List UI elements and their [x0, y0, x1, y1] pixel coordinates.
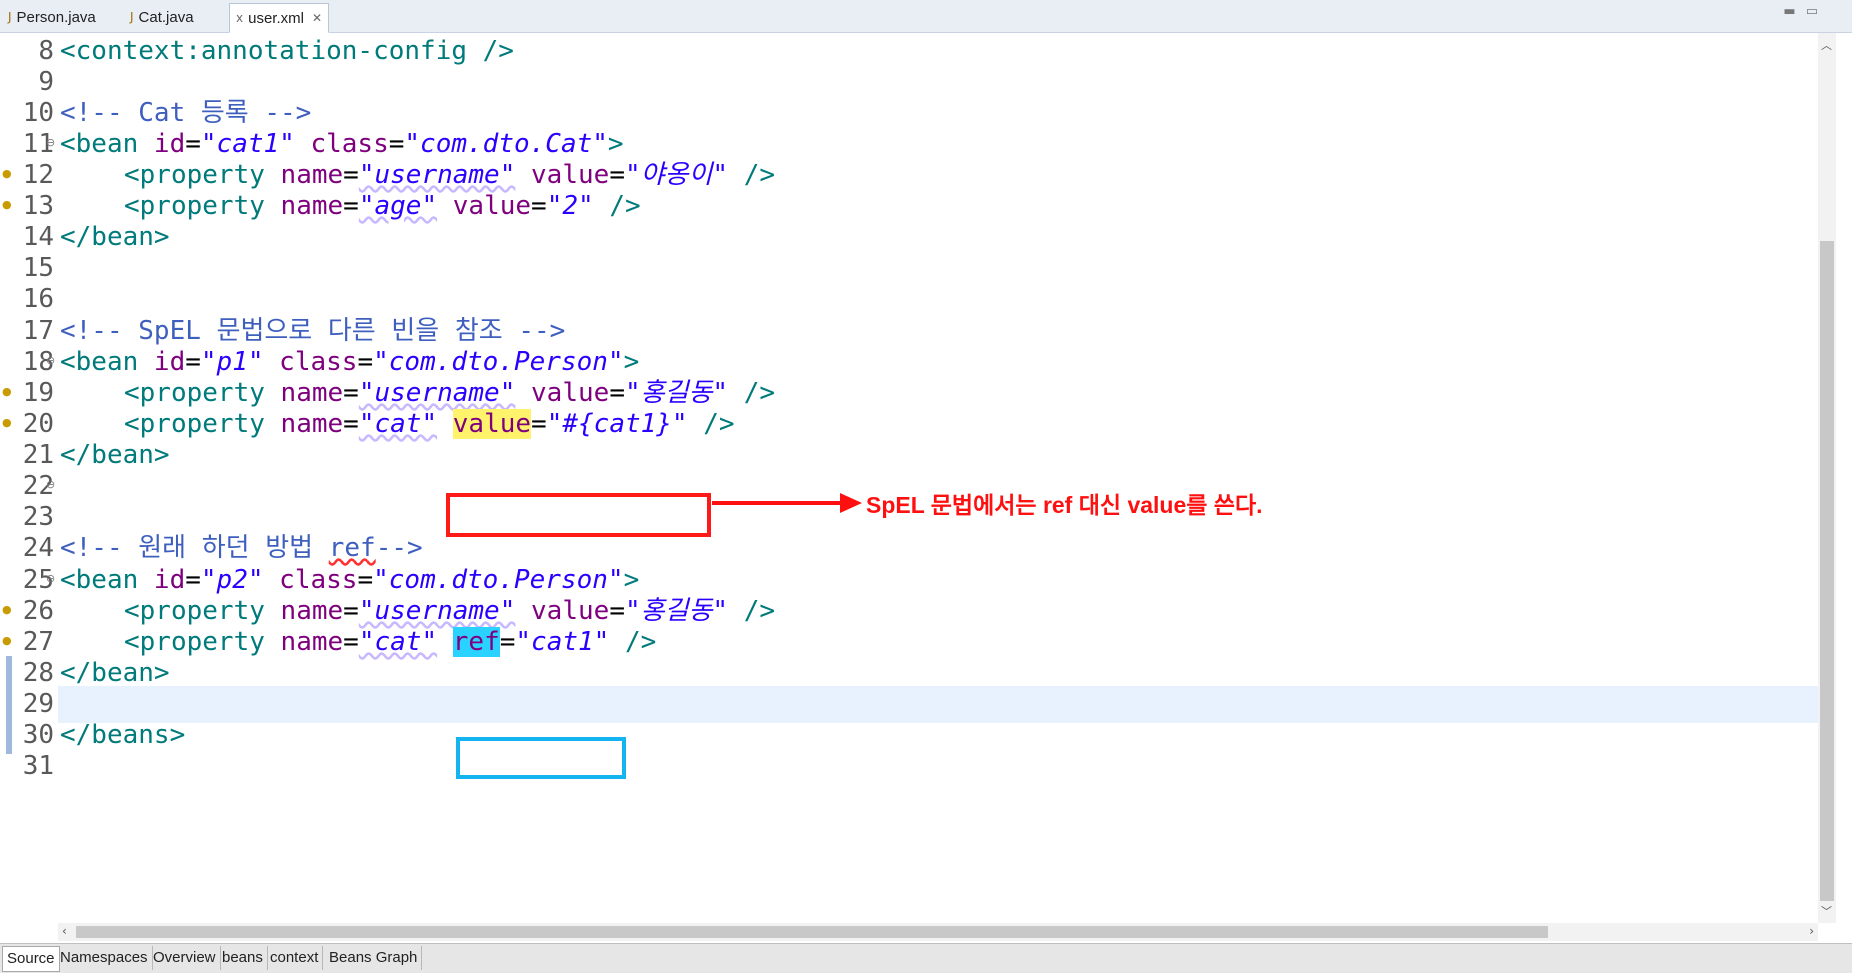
fold-toggle-icon[interactable]: ⊖ [46, 136, 55, 149]
maximize-icon[interactable]: ▭ [1806, 4, 1828, 19]
warning-icon[interactable]: ● [2, 385, 12, 398]
arrow-right-icon [712, 493, 862, 513]
tab-source[interactable]: Source [2, 946, 60, 972]
line-number: 31 [22, 751, 54, 781]
minimize-icon[interactable]: ▬ [1783, 4, 1805, 19]
window-controls: ▬▭ [1783, 4, 1828, 19]
warning-icon[interactable]: ● [2, 634, 12, 647]
xml-file-icon: x [236, 11, 244, 25]
annotation-note: SpEL 문법에서는 ref 대신 value를 쓴다. [866, 492, 1263, 518]
warning-icon[interactable]: ● [2, 198, 12, 211]
tab-user-xml[interactable]: x user.xml ✕ [229, 3, 330, 33]
tab-beans[interactable]: beans [218, 946, 268, 970]
fold-toggle-icon[interactable]: ⊖ [46, 572, 55, 585]
fold-toggle-icon[interactable]: ⊖ [46, 354, 55, 367]
tab-label: Person.java [16, 8, 96, 26]
spel-value-highlight-box [446, 493, 711, 537]
scroll-down-icon[interactable]: ﹀ [1821, 903, 1832, 919]
xml-source-editor[interactable]: 8 <context:annotation-config /> 9 10 <!-… [0, 33, 1818, 923]
code-line: 31 [0, 748, 1818, 785]
tab-overview[interactable]: Overview [149, 946, 221, 970]
vertical-scroll-thumb[interactable] [1820, 241, 1834, 901]
tab-label: Cat.java [138, 8, 194, 26]
horizontal-scrollbar[interactable]: ‹ › [58, 923, 1818, 941]
tab-label: user.xml [248, 9, 304, 27]
ref-highlight-box [456, 737, 626, 779]
vertical-scrollbar[interactable]: ︿ ﹀ [1818, 33, 1836, 923]
tab-cat-java[interactable]: J Cat.java [124, 4, 200, 30]
editor-tab-bar: J Person.java J Cat.java x user.xml ✕ ▬▭ [0, 0, 1852, 33]
scroll-up-icon[interactable]: ︿ [1821, 37, 1832, 53]
scroll-right-icon[interactable]: › [1809, 924, 1814, 938]
tab-namespaces[interactable]: Namespaces [56, 946, 153, 970]
tab-beans-graph[interactable]: Beans Graph [325, 946, 423, 970]
tab-person-java[interactable]: J Person.java [2, 4, 102, 30]
editor-page-tabs: Source Namespaces Overview beans context… [0, 943, 1852, 973]
warning-icon[interactable]: ● [2, 416, 12, 429]
java-file-icon: J [130, 10, 134, 24]
fold-toggle-icon[interactable]: ⊖ [46, 478, 55, 491]
horizontal-scroll-thumb[interactable] [76, 926, 1548, 938]
warning-icon[interactable]: ● [2, 603, 12, 616]
close-icon[interactable]: ✕ [312, 11, 322, 25]
warning-icon[interactable]: ● [2, 167, 12, 180]
tab-context[interactable]: context [266, 946, 324, 970]
java-file-icon: J [8, 10, 12, 24]
scroll-left-icon[interactable]: ‹ [62, 924, 67, 938]
